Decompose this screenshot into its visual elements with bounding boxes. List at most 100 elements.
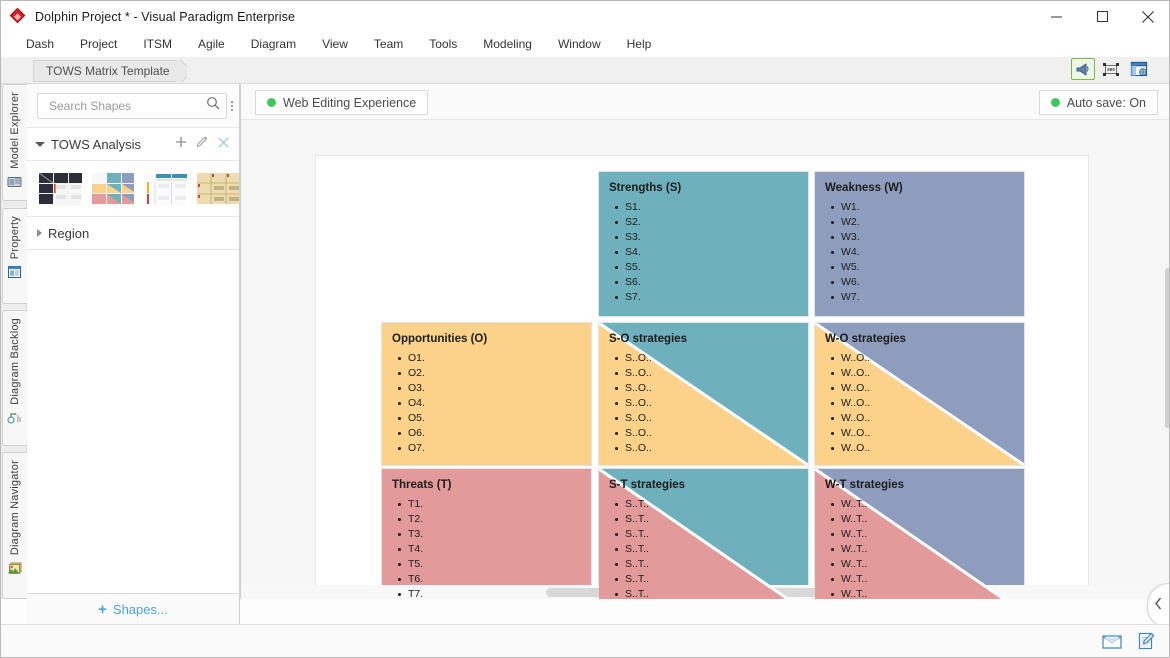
close-icon[interactable] xyxy=(1125,1,1169,32)
list-item[interactable]: W..O.. xyxy=(831,366,1024,381)
list-item[interactable]: S..O.. xyxy=(615,381,808,396)
list-item[interactable]: W1. xyxy=(831,200,1024,215)
matrix-cell-st-strategies[interactable]: S-T strategies S..T.. S..T.. S..T.. S..T.. S.… xyxy=(599,469,808,599)
shape-group-header-region[interactable]: Region xyxy=(27,217,239,250)
matrix-cell-weakness[interactable]: Weakness (W) W1. W2. W3. W4. W5. W6. W7. xyxy=(815,172,1024,316)
list-item[interactable]: W4. xyxy=(831,245,1024,260)
list-item[interactable]: T1. xyxy=(398,497,591,512)
list-item[interactable]: T2. xyxy=(398,512,591,527)
minimize-icon[interactable] xyxy=(1033,1,1079,32)
list-item[interactable]: S..O.. xyxy=(615,396,808,411)
auto-save-badge[interactable]: Auto save: On xyxy=(1038,90,1158,115)
message-envelope-icon[interactable] xyxy=(1101,631,1123,651)
list-item[interactable]: W..T.. xyxy=(831,542,1024,557)
search-shapes-box[interactable] xyxy=(37,92,227,119)
kebab-menu-icon[interactable] xyxy=(230,93,233,119)
list-item[interactable]: W..T.. xyxy=(831,572,1024,587)
list-item[interactable]: S..T.. xyxy=(615,542,808,557)
matrix-cell-strengths[interactable]: Strengths (S) S1. S2. S3. S4. S5. S6. S7. xyxy=(599,172,808,316)
list-item[interactable]: O4. xyxy=(398,396,591,411)
list-item[interactable]: W6. xyxy=(831,275,1024,290)
web-editing-experience-badge[interactable]: Web Editing Experience xyxy=(255,90,429,115)
menu-item-team[interactable]: Team xyxy=(361,34,416,54)
list-item[interactable]: S..T.. xyxy=(615,557,808,572)
sidebar-item-property[interactable]: Property xyxy=(2,208,27,304)
list-item[interactable]: S..T.. xyxy=(615,497,808,512)
shape-group-header-tows-analysis[interactable]: TOWS Analysis xyxy=(27,128,239,161)
menu-item-tools[interactable]: Tools xyxy=(416,34,470,54)
list-item[interactable]: T7. xyxy=(398,587,591,599)
list-item[interactable]: W..O.. xyxy=(831,411,1024,426)
menu-item-view[interactable]: View xyxy=(309,34,361,54)
list-item[interactable]: W..O.. xyxy=(831,396,1024,411)
list-item[interactable]: W..O.. xyxy=(831,381,1024,396)
list-item[interactable]: T4. xyxy=(398,542,591,557)
matrix-cell-threats[interactable]: Threats (T) T1. T2. T3. T4. T5. T6. T7. xyxy=(382,469,591,599)
list-item[interactable]: S..T.. xyxy=(615,512,808,527)
document-tab-tows-matrix-template[interactable]: TOWS Matrix Template xyxy=(33,60,176,82)
list-item[interactable]: S..O.. xyxy=(615,426,808,441)
list-item[interactable]: O3. xyxy=(398,381,591,396)
search-input[interactable] xyxy=(47,97,206,114)
matrix-cell-so-strategies[interactable]: S-O strategies S..O.. S..O.. S..O.. S..O.. S.… xyxy=(599,323,808,465)
sidebar-item-model-explorer[interactable]: Model Explorer xyxy=(2,84,27,201)
add-shapes-button[interactable]: + Shapes... xyxy=(27,593,240,625)
list-item[interactable]: T3. xyxy=(398,527,591,542)
tows-matrix-table-thumbnail[interactable] xyxy=(196,172,239,205)
plus-icon[interactable] xyxy=(175,135,187,153)
pencil-icon[interactable] xyxy=(196,135,209,153)
menu-item-help[interactable]: Help xyxy=(614,34,665,54)
list-item[interactable]: T5. xyxy=(398,557,591,572)
list-item[interactable]: S..O.. xyxy=(615,441,808,456)
list-item[interactable]: W..O.. xyxy=(831,441,1024,456)
list-item[interactable]: W..T.. xyxy=(831,497,1024,512)
list-item[interactable]: W..O.. xyxy=(831,351,1024,366)
list-item[interactable]: W3. xyxy=(831,230,1024,245)
list-item[interactable]: S..O.. xyxy=(615,351,808,366)
list-item[interactable]: W7. xyxy=(831,290,1024,305)
list-item[interactable]: O5. xyxy=(398,411,591,426)
menu-item-diagram[interactable]: Diagram xyxy=(238,34,309,54)
chevron-down-icon[interactable] xyxy=(35,141,45,147)
tows-matrix-colored-thumbnail[interactable] xyxy=(91,172,134,205)
selection-handles-icon[interactable] xyxy=(1099,58,1123,80)
list-item[interactable]: S..O.. xyxy=(615,411,808,426)
close-icon[interactable] xyxy=(218,135,229,153)
matrix-cell-wt-strategies[interactable]: W-T strategies W..T.. W..T.. W..T.. W..T.. W.… xyxy=(815,469,1024,599)
menu-item-window[interactable]: Window xyxy=(545,34,614,54)
list-item[interactable]: T6. xyxy=(398,572,591,587)
tows-matrix-header-thumbnail[interactable] xyxy=(144,172,187,205)
menu-item-itsm[interactable]: ITSM xyxy=(130,34,185,54)
tows-matrix-blank-thumbnail[interactable] xyxy=(39,172,82,205)
window-panel-icon[interactable] xyxy=(1127,58,1151,80)
list-item[interactable]: W..O.. xyxy=(831,426,1024,441)
menu-item-project[interactable]: Project xyxy=(67,34,130,54)
list-item[interactable]: S5. xyxy=(615,260,808,275)
menu-item-dash[interactable]: Dash xyxy=(13,34,67,54)
maximize-icon[interactable] xyxy=(1079,1,1125,32)
list-item[interactable]: S..T.. xyxy=(615,587,808,599)
list-item[interactable]: S4. xyxy=(615,245,808,260)
note-edit-icon[interactable] xyxy=(1135,631,1157,651)
megaphone-icon[interactable] xyxy=(1071,58,1095,80)
list-item[interactable]: S2. xyxy=(615,215,808,230)
list-item[interactable]: W..T.. xyxy=(831,557,1024,572)
menu-item-modeling[interactable]: Modeling xyxy=(470,34,545,54)
list-item[interactable]: O7. xyxy=(398,441,591,456)
list-item[interactable]: S..T.. xyxy=(615,527,808,542)
menu-item-agile[interactable]: Agile xyxy=(185,34,238,54)
canvas-viewport[interactable]: Strengths (S) S1. S2. S3. S4. S5. S6. S7. Weakne… xyxy=(241,120,1169,599)
list-item[interactable]: W..T.. xyxy=(831,512,1024,527)
list-item[interactable]: O2. xyxy=(398,366,591,381)
list-item[interactable]: S..O.. xyxy=(615,366,808,381)
chevron-right-icon[interactable] xyxy=(37,229,42,237)
list-item[interactable]: S6. xyxy=(615,275,808,290)
list-item[interactable]: O1. xyxy=(398,351,591,366)
list-item[interactable]: S1. xyxy=(615,200,808,215)
vertical-scrollbar[interactable] xyxy=(1162,156,1169,599)
list-item[interactable]: W..T.. xyxy=(831,587,1024,599)
sidebar-item-diagram-backlog[interactable]: Diagram Backlog xyxy=(2,310,27,446)
list-item[interactable]: W5. xyxy=(831,260,1024,275)
list-item[interactable]: W2. xyxy=(831,215,1024,230)
search-icon[interactable] xyxy=(206,96,220,115)
